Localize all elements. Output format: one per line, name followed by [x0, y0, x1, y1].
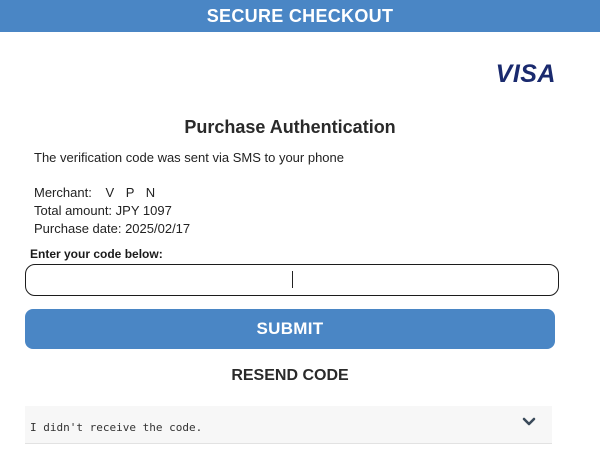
help-accordion-label: I didn't receive the code. — [30, 421, 203, 434]
total-value: JPY 1097 — [115, 203, 172, 218]
header-title: SECURE CHECKOUT — [206, 5, 394, 26]
help-accordion[interactable]: I didn't receive the code. — [25, 406, 552, 444]
date-value: 2025/02/17 — [125, 221, 191, 236]
merchant-label: Merchant: — [34, 185, 92, 200]
sms-info-text: The verification code was sent via SMS t… — [34, 150, 344, 165]
date-row: Purchase date: 2025/02/17 — [34, 220, 190, 238]
total-row: Total amount: JPY 1097 — [34, 202, 190, 220]
merchant-value: V P N — [105, 185, 160, 200]
total-label: Total amount: — [34, 203, 113, 218]
page-title: Purchase Authentication — [184, 117, 396, 137]
secure-checkout-header: SECURE CHECKOUT — [0, 0, 600, 32]
visa-logo: VISA — [495, 60, 556, 88]
resend-code-button[interactable]: RESEND CODE — [0, 367, 580, 385]
date-label: Purchase date: — [34, 221, 122, 236]
purchase-details: Merchant: V P N Total amount: JPY 1097 P… — [34, 184, 190, 238]
code-field-label: Enter your code below: — [30, 247, 163, 261]
chevron-down-icon[interactable] — [522, 415, 536, 427]
text-caret — [292, 271, 293, 288]
submit-button[interactable]: SUBMIT — [25, 309, 555, 349]
merchant-row: Merchant: V P N — [34, 184, 190, 202]
